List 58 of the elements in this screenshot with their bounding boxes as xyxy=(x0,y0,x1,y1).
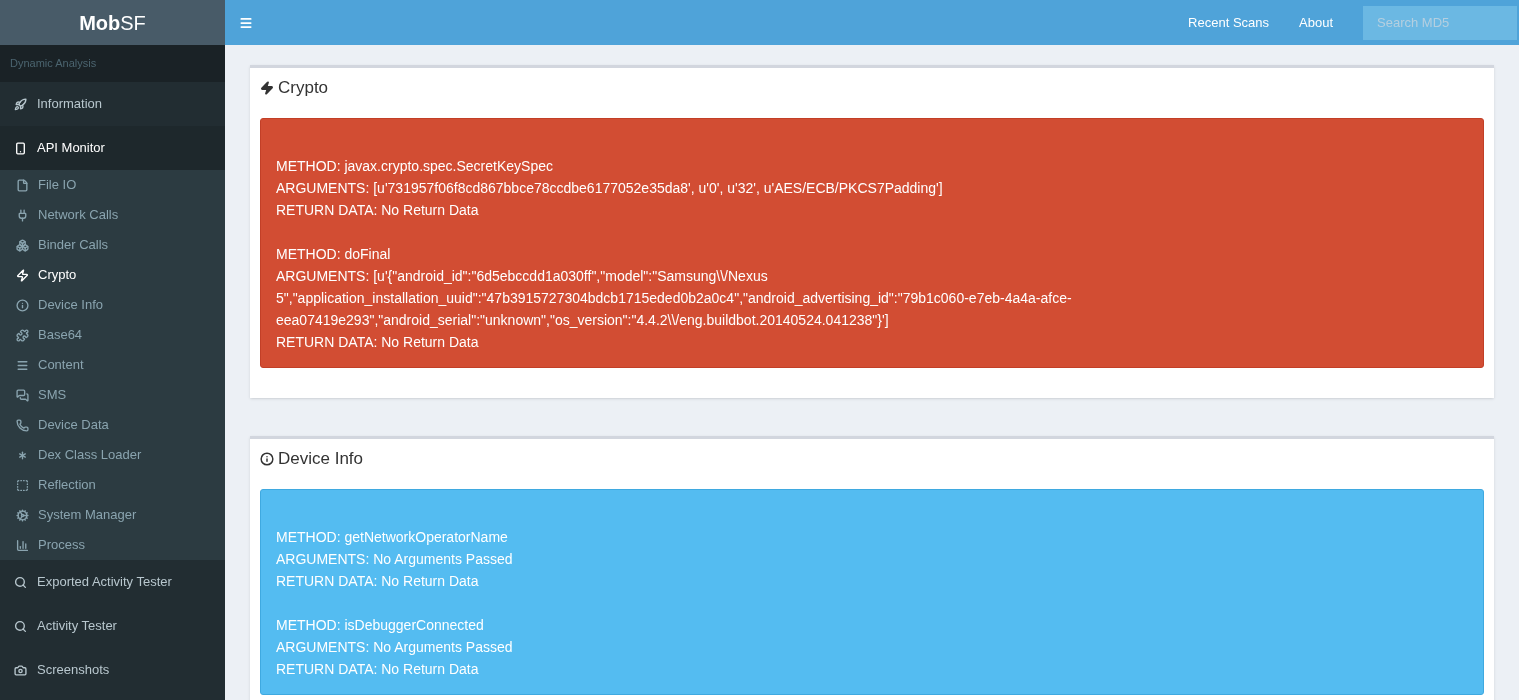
telephone-icon xyxy=(16,418,29,432)
log-line: RETURN DATA: No Return Data xyxy=(276,333,480,352)
submenu-item[interactable]: Binder Calls xyxy=(0,230,225,260)
info-icon xyxy=(16,298,29,312)
submenu-item[interactable]: Crypto xyxy=(0,260,225,290)
selection-icon xyxy=(16,478,29,492)
search-icon xyxy=(14,619,27,633)
panel-title: Device Info xyxy=(250,439,1494,479)
phone-icon xyxy=(14,141,27,155)
file-icon xyxy=(16,178,29,192)
log-line: RETURN DATA: No Return Data xyxy=(276,572,480,591)
bar-chart-icon xyxy=(16,538,29,552)
lines-icon xyxy=(16,358,29,372)
rocket-icon xyxy=(14,97,27,111)
bolt-icon xyxy=(260,81,274,95)
nav-link[interactable]: Recent Scans xyxy=(1173,12,1284,33)
nav-link[interactable]: About xyxy=(1284,12,1348,33)
search-field[interactable]: Search MD5 xyxy=(1363,5,1517,40)
sidebar-item[interactable]: API Monitor xyxy=(0,126,225,170)
puzzle-icon xyxy=(16,328,29,342)
sidebar-item[interactable]: Exported Activity Tester xyxy=(0,560,225,604)
submenu-item[interactable]: Process xyxy=(0,530,225,560)
info-icon xyxy=(260,452,274,466)
log-line: ARGUMENTS: [u'{"android_id":"6d5ebccdd1a030ff","model":"Samsung\\/Nexus 5","application_installation_uuid":"47b3915727304bdcb1715eded0b2a0c4","android_advertising_id":"79b1c060-e7eb-4a4a-afce-eea07419e293","android_serial":"unknown","os_version":"4.4.2\\/eng.buildbot.20140524.041238"}'] xyxy=(276,267,1073,330)
log-line: ARGUMENTS: No Arguments Passed xyxy=(276,550,514,569)
plug-icon xyxy=(16,208,29,222)
gears-icon xyxy=(16,508,29,522)
log-line: METHOD: javax.crypto.spec.SecretKeySpec xyxy=(276,157,554,176)
menu-toggle[interactable] xyxy=(239,15,253,30)
log-line: METHOD: isDebuggerConnected xyxy=(276,616,485,635)
submenu-item[interactable]: Device Data xyxy=(0,410,225,440)
submenu-item[interactable]: Content xyxy=(0,350,225,380)
panel-title: Crypto xyxy=(250,68,1494,108)
submenu-item[interactable]: Device Info xyxy=(0,290,225,320)
log-line: METHOD: doFinal xyxy=(276,245,392,264)
search-icon xyxy=(14,575,27,589)
submenu-item[interactable]: Network Calls xyxy=(0,200,225,230)
bolt-icon xyxy=(16,268,29,282)
submenu-item[interactable]: Dex Class Loader xyxy=(0,440,225,470)
submenu-item[interactable]: Reflection xyxy=(0,470,225,500)
log-line: ARGUMENTS: [u'731957f06f8cd867bbce78ccdbe6177052e35da8', u'0', u'32', u'AES/ECB/PKCS7Padding'] xyxy=(276,179,944,198)
log-line: METHOD: getNetworkOperatorName xyxy=(276,528,509,547)
submenu-item[interactable]: System Manager xyxy=(0,500,225,530)
sidebar-item[interactable]: Activity Tester xyxy=(0,604,225,648)
camera-icon xyxy=(14,663,27,677)
cubes-icon xyxy=(16,238,29,252)
submenu-item[interactable]: SMS xyxy=(0,380,225,410)
submenu-item[interactable]: Base64 xyxy=(0,320,225,350)
menu-icon xyxy=(239,15,253,30)
sidebar-header: Dynamic Analysis xyxy=(10,56,97,72)
submenu-item[interactable]: File IO xyxy=(0,170,225,200)
log-line: ARGUMENTS: No Arguments Passed xyxy=(276,638,514,657)
sidebar-item[interactable]: Information xyxy=(0,82,225,126)
chat-icon xyxy=(16,388,29,402)
log-line: RETURN DATA: No Return Data xyxy=(276,201,480,220)
sidebar-item[interactable]: Screenshots xyxy=(0,648,225,692)
log-line: RETURN DATA: No Return Data xyxy=(276,660,480,679)
brand-logo[interactable]: MobSF xyxy=(79,7,146,38)
